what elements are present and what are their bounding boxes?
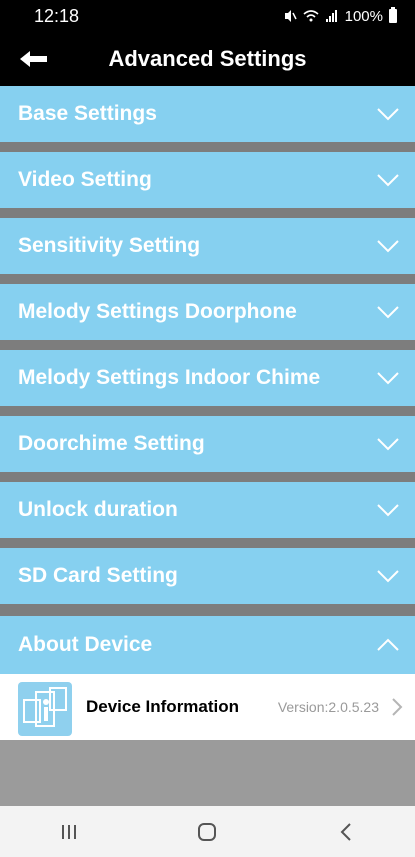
chevron-down-icon — [377, 570, 399, 583]
device-information-row[interactable]: Device Information Version:2.0.5.23 — [0, 674, 415, 740]
device-information-label: Device Information — [86, 697, 240, 716]
section-melody-doorphone[interactable]: Melody Settings Doorphone — [0, 284, 415, 340]
section-label: Melody Settings Doorphone — [18, 300, 297, 323]
back-arrow-icon — [20, 51, 47, 67]
back-chevron-icon — [340, 822, 351, 841]
chevron-down-icon — [377, 108, 399, 121]
version-text: Version:2.0.5.23 — [277, 699, 379, 715]
section-video-setting[interactable]: Video Setting — [0, 152, 415, 208]
section-sd-card-setting[interactable]: SD Card Setting — [0, 548, 415, 604]
signal-icon — [325, 10, 337, 22]
section-label: About Device — [18, 633, 153, 656]
section-label: Melody Settings Indoor Chime — [18, 366, 321, 389]
section-doorchime-setting[interactable]: Doorchime Setting — [0, 416, 415, 472]
system-nav-bar — [0, 806, 415, 857]
section-melody-indoor-chime[interactable]: Melody Settings Indoor Chime — [0, 350, 415, 406]
status-icons: 100% — [283, 7, 397, 25]
recent-apps-button[interactable] — [49, 817, 89, 847]
section-label: Base Settings — [18, 102, 157, 125]
section-label: Sensitivity Setting — [18, 234, 201, 257]
chevron-down-icon — [377, 504, 399, 517]
chevron-right-icon — [392, 698, 403, 716]
battery-percent: 100% — [344, 7, 383, 25]
home-button[interactable] — [187, 817, 227, 847]
mute-icon — [284, 10, 297, 22]
section-label: Doorchime Setting — [18, 432, 205, 455]
status-time: 12:18 — [34, 5, 80, 26]
empty-area — [0, 740, 415, 806]
chevron-down-icon — [377, 306, 399, 319]
chevron-down-icon — [377, 372, 399, 385]
status-bar: 12:18 100% — [0, 0, 415, 32]
section-label: SD Card Setting — [18, 564, 178, 587]
back-button[interactable] — [14, 46, 54, 72]
section-label: Video Setting — [18, 168, 152, 191]
chevron-down-icon — [377, 438, 399, 451]
section-unlock-duration[interactable]: Unlock duration — [0, 482, 415, 538]
battery-icon — [389, 7, 397, 23]
chevron-down-icon — [377, 240, 399, 253]
section-base-settings[interactable]: Base Settings — [0, 86, 415, 142]
section-sensitivity-setting[interactable]: Sensitivity Setting — [0, 218, 415, 274]
section-label: Unlock duration — [18, 498, 178, 521]
chevron-down-icon — [377, 174, 399, 187]
wifi-icon — [303, 10, 319, 22]
recent-apps-icon — [62, 824, 77, 839]
device-info-icon — [18, 682, 72, 736]
app-header: Advanced Settings — [0, 32, 415, 86]
back-nav-button[interactable] — [326, 817, 366, 847]
page-title: Advanced Settings — [108, 46, 307, 71]
home-icon — [198, 822, 217, 841]
chevron-up-icon — [377, 638, 399, 651]
section-about-device[interactable]: About Device — [0, 616, 415, 674]
